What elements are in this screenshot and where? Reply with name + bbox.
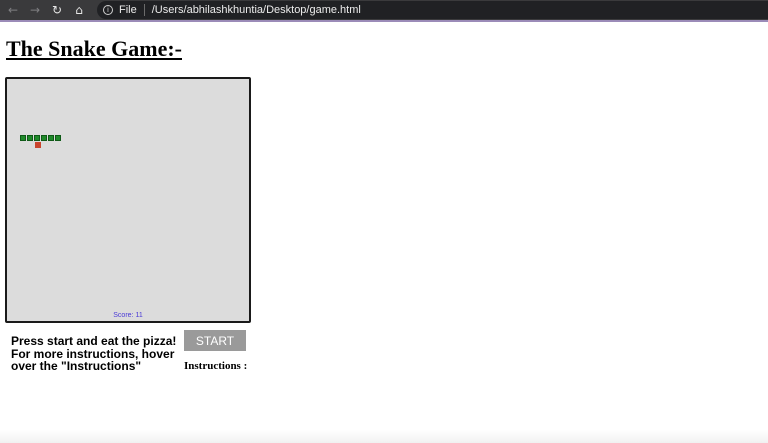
pizza-food — [35, 142, 41, 148]
snake-segment — [20, 135, 26, 141]
toolbar-accent-line — [0, 20, 768, 22]
start-button[interactable]: START — [184, 330, 246, 351]
window-bottom-edge — [0, 430, 768, 443]
help-line-2: For more instructions, hover over the "I… — [11, 346, 175, 373]
home-icon[interactable]: ⌂ — [70, 1, 88, 19]
game-board[interactable]: Score: 11 — [5, 77, 251, 323]
reload-icon[interactable]: ↻ — [48, 1, 66, 19]
info-icon[interactable]: i — [103, 5, 113, 15]
url-path[interactable]: /Users/abhilashkhuntia/Desktop/game.html — [152, 4, 361, 16]
snake-segment — [34, 135, 40, 141]
snake-head — [55, 135, 61, 141]
help-line-1: Press start and eat the pizza! — [11, 334, 177, 348]
browser-toolbar: ← → ↻ ⌂ i File /Users/abhilashkhuntia/De… — [0, 0, 768, 20]
back-icon[interactable]: ← — [4, 1, 22, 19]
score-display: Score: 11 — [113, 312, 143, 319]
address-bar[interactable]: i File /Users/abhilashkhuntia/Desktop/ga… — [97, 1, 768, 19]
url-separator — [143, 4, 145, 16]
instructions-hover-target[interactable]: Instructions : — [184, 360, 247, 372]
forward-icon[interactable]: → — [26, 1, 44, 19]
snake-segment — [48, 135, 54, 141]
page-title: The Snake Game:- — [6, 36, 182, 61]
snake-segment — [27, 135, 33, 141]
url-scheme-label: File — [119, 4, 137, 16]
help-text: Press start and eat the pizza! For more … — [11, 335, 181, 373]
snake-segment — [41, 135, 47, 141]
